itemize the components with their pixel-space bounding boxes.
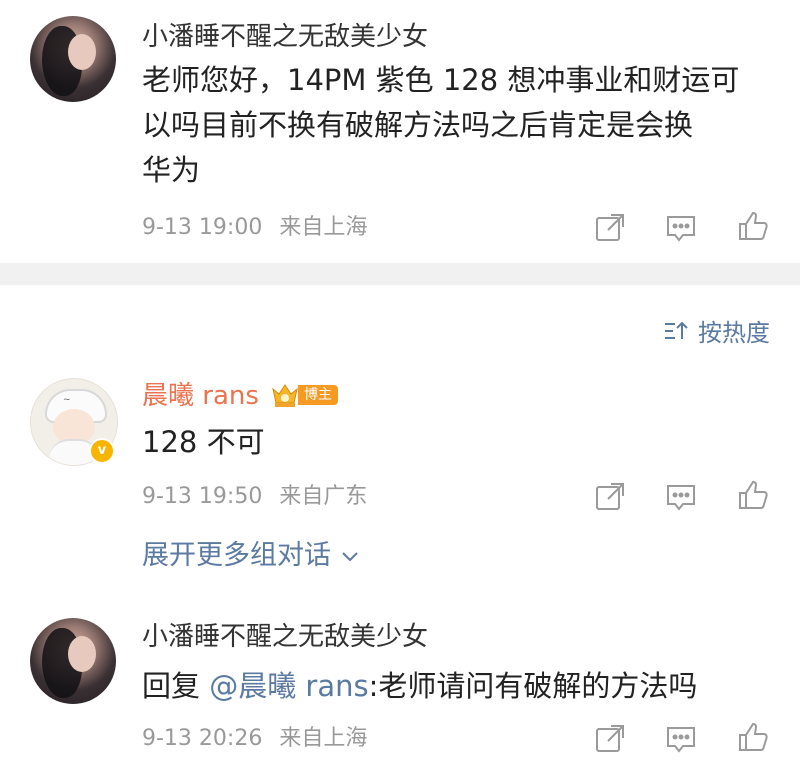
reply-time: 9-13 19:50 xyxy=(142,484,263,509)
comment-username[interactable]: 小潘睡不醒之无敌美少女 xyxy=(142,620,428,654)
avatar-cap-text: ~ xyxy=(63,395,71,405)
comment-line: 以吗目前不换有破解方法吗之后肯定是会换 xyxy=(142,108,694,142)
comment-location: 来自上海 xyxy=(279,215,368,240)
reply-prefix: 回复 xyxy=(142,669,210,703)
sort-label: 按热度 xyxy=(698,319,770,347)
comment-meta: 9-13 19:00 来自上海 xyxy=(142,213,367,243)
comment-time: 9-13 19:00 xyxy=(142,215,263,240)
expand-label: 展开更多组对话 xyxy=(142,540,331,571)
share-icon[interactable] xyxy=(594,723,626,755)
expand-conversation-button[interactable]: 展开更多组对话 xyxy=(142,537,361,575)
comment-card-1: 小潘睡不醒之无敌美少女 老师您好，14PM 紫色 128 想冲事业和财运可 以吗… xyxy=(0,0,800,263)
chevron-down-icon xyxy=(342,552,358,562)
comment-icon[interactable] xyxy=(665,481,697,513)
mention-link[interactable]: @晨曦 rans xyxy=(209,669,368,703)
comment-icon[interactable] xyxy=(665,212,697,244)
reply-text: 128 不可 xyxy=(142,425,265,459)
sort-button[interactable]: 按热度 xyxy=(662,313,770,348)
user-avatar[interactable] xyxy=(30,16,116,102)
crown-icon xyxy=(270,381,300,409)
reply-body: :老师请问有破解的方法吗 xyxy=(368,669,698,703)
blogger-badge: 博主 xyxy=(270,381,338,409)
avatar-face xyxy=(68,636,96,672)
like-icon[interactable] xyxy=(737,479,769,511)
like-icon[interactable] xyxy=(737,210,769,242)
sort-icon xyxy=(665,321,688,339)
user-avatar[interactable] xyxy=(30,618,116,704)
comment-username[interactable]: 小潘睡不醒之无敌美少女 xyxy=(142,20,428,54)
comment-icon[interactable] xyxy=(665,723,697,755)
badge-label: 博主 xyxy=(298,385,338,405)
reply-location: 来自广东 xyxy=(279,484,368,509)
comment-text: 回复 @晨曦 rans:老师请问有破解的方法吗 xyxy=(142,664,782,709)
share-icon[interactable] xyxy=(594,212,626,244)
avatar-face xyxy=(68,34,96,70)
section-divider xyxy=(0,263,800,285)
comment-line: 老师您好，14PM 紫色 128 想冲事业和财运可 xyxy=(142,63,740,97)
comment-text: 老师您好，14PM 紫色 128 想冲事业和财运可 以吗目前不换有破解方法吗之后… xyxy=(142,58,782,193)
comment-line: 华为 xyxy=(142,153,201,187)
comment-location: 来自上海 xyxy=(279,726,368,751)
blogger-username[interactable]: 晨曦 rans xyxy=(142,379,259,413)
verified-icon: v xyxy=(89,438,115,464)
reply-meta: 9-13 19:50 来自广东 xyxy=(142,482,367,512)
comment-meta: 9-13 20:26 来自上海 xyxy=(142,724,367,754)
like-icon[interactable] xyxy=(737,721,769,753)
comment-time: 9-13 20:26 xyxy=(142,726,263,751)
share-icon[interactable] xyxy=(594,481,626,513)
